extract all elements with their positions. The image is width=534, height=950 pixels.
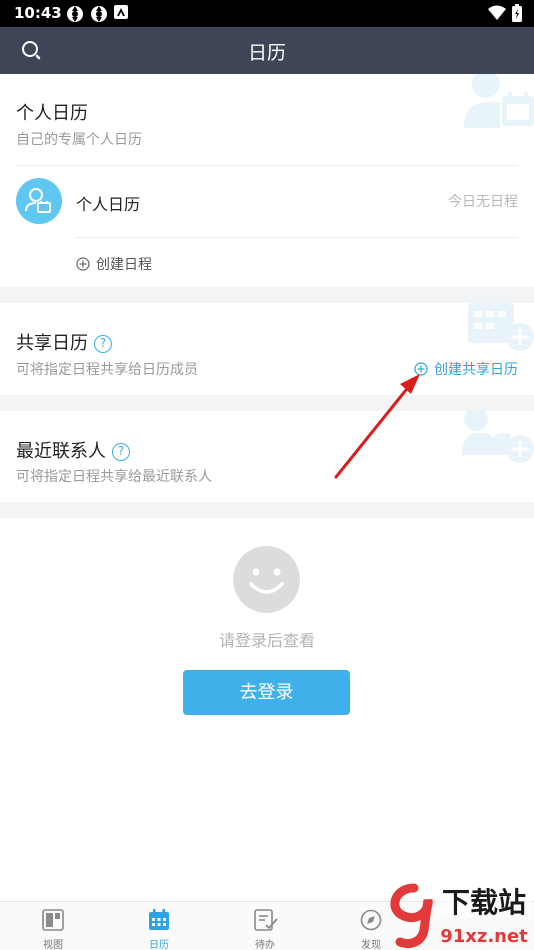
tab-view[interactable]: 视图 [0, 902, 106, 950]
tab-label: 视图 [43, 940, 63, 950]
shared-calendar-title: 共享日历 [16, 333, 88, 354]
app-notification-icon [91, 6, 107, 22]
calendar-status: 今日无日程 [448, 194, 518, 210]
shared-calendar-title-row: 共享日历? [16, 329, 112, 355]
tab-label: 日历 [149, 940, 169, 950]
recent-contacts-subtitle: 可将指定日程共享给最近联系人 [16, 469, 212, 485]
add-circle-icon [414, 362, 428, 376]
personal-calendar-watermark-icon [464, 74, 534, 128]
login-hint-text: 请登录后查看 [218, 631, 315, 650]
personal-calendar-subtitle: 自己的专属个人日历 [16, 132, 142, 148]
help-icon[interactable]: ? [112, 443, 130, 461]
add-circle-icon [76, 257, 90, 271]
divider [76, 237, 518, 238]
page-title: 日历 [247, 42, 286, 64]
discover-icon [360, 909, 382, 931]
personal-calendar-title: 个人日历 [16, 103, 88, 124]
app-notification-icon [67, 6, 83, 22]
recent-contacts-title: 最近联系人 [16, 441, 106, 462]
app-notification-icon [114, 5, 128, 19]
app-header: 日历 [0, 27, 534, 74]
recent-contacts-section: 最近联系人? 可将指定日程共享给最近联系人 [0, 411, 534, 502]
personal-calendar-row[interactable]: 个人日历 今日无日程 [0, 166, 534, 236]
create-event-button[interactable]: 创建日程 [76, 254, 152, 274]
calendar-icon [149, 909, 169, 930]
shared-calendar-subtitle: 可将指定日程共享给日历成员 [16, 362, 198, 378]
status-time: 10:43 [14, 4, 62, 22]
watermark-brand-text: 下载站 [442, 886, 526, 919]
personal-calendar-section: 个人日历 自己的专属个人日历 个人日历 今日无日程 创建日程 [0, 74, 534, 287]
calendar-name: 个人日历 [76, 195, 141, 214]
create-shared-calendar-label: 创建共享日历 [434, 362, 518, 378]
view-icon [42, 909, 64, 931]
wifi-icon [488, 5, 506, 20]
battery-icon [512, 4, 522, 22]
shared-calendar-section: 共享日历? 可将指定日程共享给日历成员 创建共享日历 [0, 303, 534, 395]
login-button[interactable]: 去登录 [183, 670, 350, 715]
status-bar: 10:43 [0, 0, 534, 27]
create-event-label: 创建日程 [96, 257, 152, 273]
tab-todo[interactable]: 待办 [212, 902, 318, 950]
recent-contacts-title-row: 最近联系人? [16, 437, 130, 463]
todo-icon [254, 909, 278, 931]
create-shared-calendar-button[interactable]: 创建共享日历 [414, 359, 518, 379]
help-icon[interactable]: ? [94, 335, 112, 353]
avatar [16, 178, 62, 224]
site-watermark-logo: 下载站 91xz.net [390, 883, 532, 948]
shared-calendar-watermark-icon [468, 303, 534, 351]
watermark-site-text: 91xz.net [440, 926, 528, 947]
notification-icons [66, 5, 128, 23]
smiley-face-icon [233, 546, 300, 613]
tab-label: 待办 [255, 940, 275, 950]
calendar-user-icon [25, 188, 51, 213]
tab-calendar[interactable]: 日历 [106, 902, 212, 950]
contacts-watermark-icon [462, 411, 534, 463]
